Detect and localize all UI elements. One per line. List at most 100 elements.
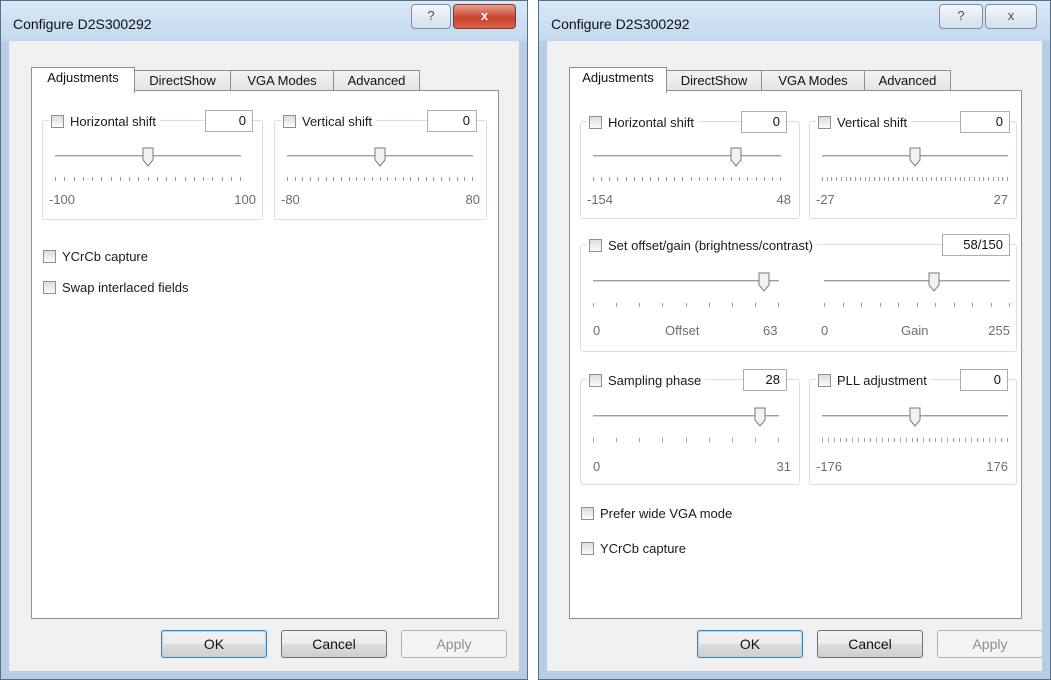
right-pll-adjustment-value[interactable]: 0 <box>960 369 1008 391</box>
right-pll-adjustment-thumb[interactable] <box>909 407 921 427</box>
left-tab-directshow[interactable]: DirectShow <box>134 70 231 92</box>
left-tab-adjustments[interactable]: Adjustments <box>31 67 135 93</box>
slider-tick <box>101 177 103 181</box>
slider-tick <box>997 177 999 181</box>
right-offset-ticks <box>593 303 779 307</box>
slider-tick <box>950 177 952 181</box>
right-sampling-phase-label: Sampling phase <box>608 372 702 388</box>
slider-tick <box>836 177 838 181</box>
slider-tick <box>147 177 149 181</box>
right-horizontal-shift-label: Horizontal shift <box>608 114 694 130</box>
left-vertical-shift-value[interactable]: 0 <box>427 110 477 132</box>
slider-tick <box>666 177 668 181</box>
left-horizontal-shift-checkbox-box[interactable] <box>51 114 64 128</box>
right-sampling-phase-track[interactable] <box>593 415 779 417</box>
left-ok-button[interactable]: OK <box>161 630 267 658</box>
right-pll-adjustment-checkbox-box[interactable] <box>818 373 831 387</box>
slider-tick <box>845 438 847 442</box>
slider-tick <box>992 177 994 181</box>
slider-tick <box>831 177 833 181</box>
left-ycrcb-checkbox[interactable]: YCrCb capture <box>43 249 148 264</box>
right-window-title: Configure D2S300292 <box>551 16 690 32</box>
right-vertical-shift-thumb[interactable] <box>909 147 921 167</box>
right-sampling-phase-value[interactable]: 28 <box>743 369 787 391</box>
left-close-button[interactable]: x <box>453 4 516 29</box>
right-prefer-wide-checkbox-box[interactable] <box>581 507 594 520</box>
left-ycrcb-checkbox-box[interactable] <box>43 250 56 263</box>
right-sampling-phase-thumb[interactable] <box>754 407 766 427</box>
slider-tick <box>907 177 909 181</box>
left-tab-vga-modes[interactable]: VGA Modes <box>230 70 334 92</box>
right-horizontal-shift-checkbox[interactable]: Horizontal shift <box>587 113 698 131</box>
right-apply-button[interactable]: Apply <box>937 630 1042 658</box>
right-tab-vga-modes[interactable]: VGA Modes <box>761 70 865 92</box>
slider-tick <box>931 177 933 181</box>
slider-tick <box>964 177 966 181</box>
right-vertical-shift-checkbox[interactable]: Vertical shift <box>816 113 912 131</box>
left-help-button[interactable]: ? <box>411 4 451 29</box>
right-ycrcb-checkbox-box[interactable] <box>581 542 594 555</box>
right-offset-gain-checkbox[interactable]: Set offset/gain (brightness/contrast) <box>587 236 817 254</box>
left-swap-fields-checkbox[interactable]: Swap interlaced fields <box>43 280 188 295</box>
left-vertical-shift-checkbox[interactable]: Vertical shift <box>281 112 377 130</box>
right-tab-adjustments[interactable]: Adjustments <box>569 67 667 93</box>
right-prefer-wide-checkbox[interactable]: Prefer wide VGA mode <box>581 506 732 521</box>
right-ycrcb-checkbox[interactable]: YCrCb capture <box>581 541 686 556</box>
slider-tick <box>82 177 84 181</box>
left-horizontal-shift-checkbox[interactable]: Horizontal shift <box>49 112 160 130</box>
right-vertical-shift-checkbox-box[interactable] <box>818 115 831 129</box>
left-horizontal-shift-value[interactable]: 0 <box>205 110 253 132</box>
slider-tick <box>698 177 700 181</box>
right-horizontal-shift-checkbox-box[interactable] <box>589 115 602 129</box>
slider-tick <box>731 438 733 442</box>
right-help-icon: ? <box>957 8 965 23</box>
right-horizontal-shift-value[interactable]: 0 <box>741 111 787 133</box>
right-title-bar[interactable]: Configure D2S300292 ? x <box>539 1 1050 41</box>
left-title-bar[interactable]: Configure D2S300292 ? x <box>1 1 527 41</box>
slider-tick <box>977 438 979 442</box>
right-tab-advanced[interactable]: Advanced <box>864 70 951 92</box>
right-help-button[interactable]: ? <box>939 4 983 29</box>
right-tab-directshow[interactable]: DirectShow <box>666 70 762 92</box>
slider-tick <box>64 177 66 181</box>
slider-tick <box>616 303 618 307</box>
right-offset-thumb[interactable] <box>758 272 770 292</box>
left-client-area: Adjustments DirectShow VGA Modes Advance… <box>9 41 519 671</box>
right-sampling-phase-checkbox[interactable]: Sampling phase <box>587 371 706 389</box>
right-close-button[interactable]: x <box>985 4 1037 29</box>
slider-tick <box>921 177 923 181</box>
right-offset-track[interactable] <box>593 280 779 282</box>
left-vertical-shift-thumb[interactable] <box>374 147 386 167</box>
right-ycrcb-label: YCrCb capture <box>600 541 686 556</box>
slider-tick <box>348 177 350 181</box>
right-vertical-shift-value[interactable]: 0 <box>960 111 1010 133</box>
right-pll-adjustment-checkbox[interactable]: PLL adjustment <box>816 371 931 389</box>
left-apply-button[interactable]: Apply <box>401 630 507 658</box>
right-ok-button[interactable]: OK <box>697 630 803 658</box>
slider-tick <box>959 438 961 442</box>
slider-tick <box>294 177 296 181</box>
slider-tick <box>874 177 876 181</box>
right-offset-gain-value[interactable]: 58/150 <box>942 234 1010 256</box>
right-sampling-phase-checkbox-box[interactable] <box>589 373 602 387</box>
slider-tick <box>625 177 627 181</box>
slider-tick <box>708 438 710 442</box>
right-frame-bottom <box>539 671 1050 679</box>
slider-tick <box>754 303 756 307</box>
left-horizontal-shift-thumb[interactable] <box>142 147 154 167</box>
left-horizontal-shift-max: 100 <box>234 192 256 207</box>
left-vertical-shift-checkbox-box[interactable] <box>283 114 296 128</box>
left-window-title: Configure D2S300292 <box>13 16 152 32</box>
left-tab-advanced[interactable]: Advanced <box>333 70 420 92</box>
right-gain-thumb[interactable] <box>928 272 940 292</box>
right-cancel-button[interactable]: Cancel <box>817 630 923 658</box>
left-cancel-button[interactable]: Cancel <box>281 630 387 658</box>
left-swap-fields-checkbox-box[interactable] <box>43 281 56 294</box>
right-horizontal-shift-thumb[interactable] <box>730 147 742 167</box>
slider-tick <box>379 177 381 181</box>
right-offset-gain-checkbox-box[interactable] <box>589 238 602 252</box>
slider-tick <box>859 177 861 181</box>
right-horizontal-shift-track[interactable] <box>593 155 781 157</box>
right-gain-track[interactable] <box>824 280 1010 282</box>
slider-tick <box>926 177 928 181</box>
